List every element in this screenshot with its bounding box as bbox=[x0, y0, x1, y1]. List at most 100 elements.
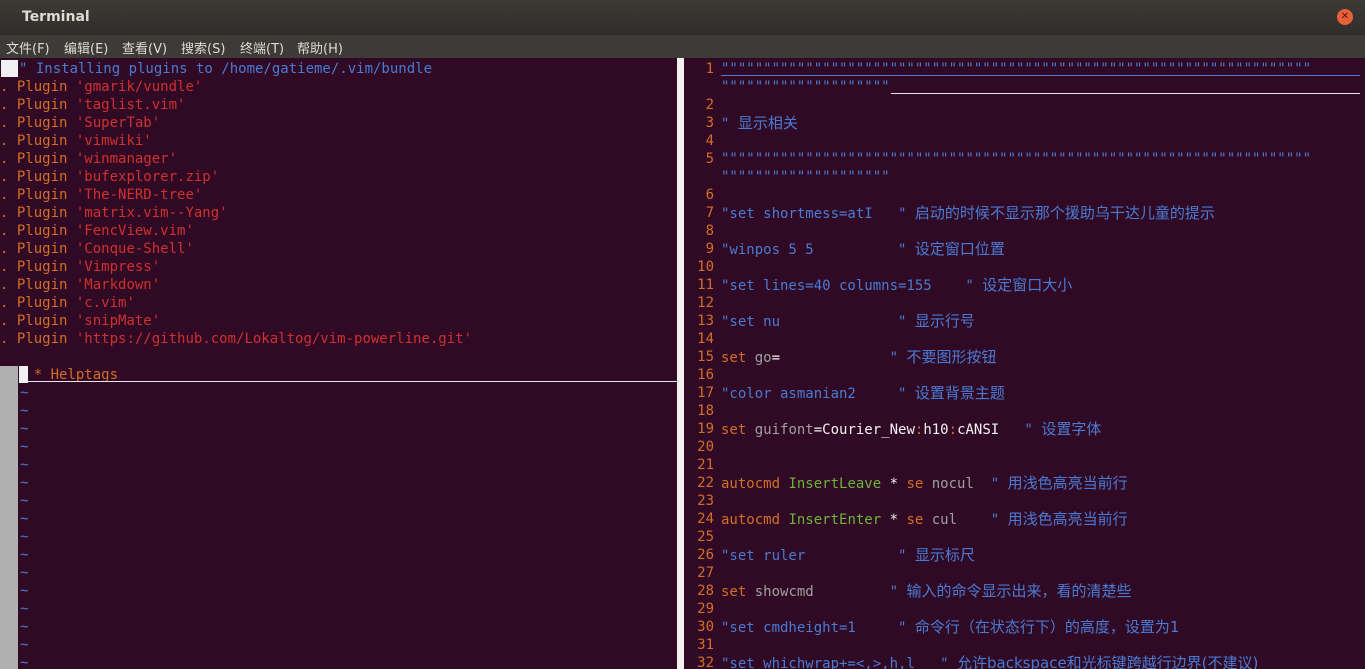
vimrc-line: 22 autocmd InsertLeave * se nocul " 用浅色高亮… bbox=[684, 474, 1365, 492]
menu-terminal[interactable]: 终端(T) bbox=[240, 38, 284, 57]
vimrc-line: 16 bbox=[684, 366, 1365, 384]
line-code: autocmd InsertEnter * se cul " 用浅色高亮当前行 bbox=[721, 510, 1128, 529]
vimrc-line: 11 "set lines=40 columns=155 " 设定窗口大小 bbox=[684, 276, 1365, 294]
tilde-line: ~ bbox=[20, 403, 29, 419]
close-icon[interactable]: ✕ bbox=[1337, 9, 1353, 25]
comment-cn: 显示行号 bbox=[914, 312, 975, 330]
vimrc-line: 6 bbox=[684, 186, 1365, 204]
line-number: 2 bbox=[705, 97, 714, 113]
vimrc-line: 14 bbox=[684, 330, 1365, 348]
comment-text: "set whichwrap+=<,>,h,l " bbox=[721, 656, 958, 669]
vimrc-line: 10 bbox=[684, 258, 1365, 276]
tilde-line: ~ bbox=[20, 385, 29, 401]
tilde-line: ~ bbox=[20, 421, 29, 437]
autocmd-event: InsertLeave bbox=[780, 476, 882, 492]
plugin-line: . Plugin 'bufexplorer.zip' bbox=[0, 168, 219, 186]
option-value: =Courier_New bbox=[813, 422, 915, 438]
line-code: "set shortmess=atI " 启动的时候不显示那个援助乌干达儿童的提… bbox=[721, 204, 1215, 223]
comment-cn: 不要图形按钮 bbox=[906, 348, 997, 366]
plugin-name: 'gmarik/vundle' bbox=[75, 79, 203, 95]
left-vim-pane[interactable]: " Installing plugins to /home/gatieme/.v… bbox=[0, 58, 677, 669]
line-code: "set cmdheight=1 " 命令行（在状态行下）的高度，设置为1 bbox=[721, 618, 1179, 637]
option-value: h10 bbox=[923, 422, 949, 438]
plugin-prefix: . bbox=[0, 313, 17, 329]
se-keyword: se bbox=[906, 476, 924, 492]
plugin-line: . Plugin 'The-NERD-tree' bbox=[0, 186, 202, 204]
comment-text: "set shortmess=atI " bbox=[721, 206, 915, 222]
vimrc-line: 15 set go= " 不要图形按钮 bbox=[684, 348, 1365, 366]
window-title: Terminal bbox=[22, 9, 90, 25]
autocmd-keyword: autocmd bbox=[721, 476, 781, 492]
plugin-prefix: . bbox=[0, 277, 17, 293]
autocmd-keyword: autocmd bbox=[721, 512, 781, 528]
line-code: set showcmd " 输入的命令显示出来，看的清楚些 bbox=[721, 582, 1131, 601]
line-number: 15 bbox=[697, 349, 714, 365]
plugin-name: 'SuperTab' bbox=[75, 115, 161, 131]
plugin-line: . Plugin 'Markdown' bbox=[0, 276, 160, 294]
comment-text: "set lines=40 columns=155 " bbox=[721, 278, 983, 294]
plugin-prefix: . bbox=[0, 169, 17, 185]
menu-view[interactable]: 查看(V) bbox=[122, 38, 167, 57]
line-number: 1 bbox=[705, 61, 714, 77]
comment-separator: """"""""""""""""""""""""""""""""""""""""… bbox=[721, 151, 1312, 167]
comment-text: " bbox=[973, 476, 1008, 492]
tilde-line: ~ bbox=[20, 493, 29, 509]
menu-help[interactable]: 帮助(H) bbox=[297, 38, 343, 57]
vertical-split-divider[interactable] bbox=[677, 58, 684, 669]
plugin-name: 'matrix.vim--Yang' bbox=[75, 205, 228, 221]
comment-text: "set nu " bbox=[721, 314, 915, 330]
plugin-name: 'FencView.vim' bbox=[75, 223, 194, 239]
comment-cn: 输入的命令显示出来，看的清楚些 bbox=[906, 582, 1132, 600]
vimrc-line: 29 bbox=[684, 600, 1365, 618]
option-value: cANSI bbox=[957, 422, 1000, 438]
right-vim-pane[interactable]: 1 """""""""""""""""""""""""""""""""""""""… bbox=[684, 58, 1365, 669]
comment-separator: """""""""""""""""""" bbox=[721, 79, 890, 95]
line-code: set go= " 不要图形按钮 bbox=[721, 348, 996, 367]
line-code: "set lines=40 columns=155 " 设定窗口大小 bbox=[721, 276, 1072, 295]
plugin-line: . Plugin 'SuperTab' bbox=[0, 114, 160, 132]
line-number: 23 bbox=[697, 493, 714, 509]
title-bar: Terminal ✕ bbox=[0, 0, 1365, 35]
autocmd-pattern: * bbox=[881, 512, 907, 528]
vimrc-line: 18 bbox=[684, 402, 1365, 420]
vimrc-line: 5 """""""""""""""""""""""""""""""""""""""… bbox=[684, 150, 1365, 168]
plugin-keyword: Plugin bbox=[16, 259, 68, 275]
line-code: "winpos 5 5 " 设定窗口位置 bbox=[721, 240, 1005, 259]
menu-file[interactable]: 文件(F) bbox=[6, 38, 50, 57]
line-number: 21 bbox=[697, 457, 714, 473]
comment-cn: 设置字体 bbox=[1041, 420, 1102, 438]
plugin-keyword: Plugin bbox=[16, 169, 68, 185]
vimrc-line: 30 "set cmdheight=1 " 命令行（在状态行下）的高度，设置为1 bbox=[684, 618, 1365, 636]
line-number: 31 bbox=[697, 637, 714, 653]
line-number: 16 bbox=[697, 367, 714, 383]
menu-edit[interactable]: 编辑(E) bbox=[64, 38, 108, 57]
plugin-keyword: Plugin bbox=[16, 241, 68, 257]
vimrc-line: 20 bbox=[684, 438, 1365, 456]
tilde-line: ~ bbox=[20, 439, 29, 455]
option-name: showcmd bbox=[746, 584, 814, 600]
plugin-name: 'taglist.vim' bbox=[75, 97, 186, 113]
comment-text: "winpos 5 5 " bbox=[721, 242, 915, 258]
vimrc-line: 27 bbox=[684, 564, 1365, 582]
plugin-line: . Plugin 'https://github.com/Lokaltog/vi… bbox=[0, 330, 472, 348]
vimrc-line: 9 "winpos 5 5 " 设定窗口位置 bbox=[684, 240, 1365, 258]
comment-text: "set cmdheight=1 " bbox=[721, 620, 915, 636]
plugin-prefix: . bbox=[0, 205, 17, 221]
line-code: "set whichwrap+=<,>,h,l " 允许backspace和光标… bbox=[721, 654, 1258, 669]
line-number: 20 bbox=[697, 439, 714, 455]
plugin-prefix: . bbox=[0, 97, 17, 113]
line-number: 10 bbox=[697, 259, 714, 275]
se-keyword: se bbox=[906, 512, 924, 528]
line-number: 32 bbox=[697, 655, 714, 669]
comment-separator: """""""""""""""""""" bbox=[721, 169, 890, 185]
plugin-name: 'The-NERD-tree' bbox=[75, 187, 203, 203]
plugin-line: . Plugin 'c.vim' bbox=[0, 294, 135, 312]
plugin-keyword: Plugin bbox=[16, 151, 68, 167]
line-number: 18 bbox=[697, 403, 714, 419]
line-code: "set ruler " 显示标尺 bbox=[721, 546, 975, 565]
plugin-line: . Plugin 'matrix.vim--Yang' bbox=[0, 204, 228, 222]
plugin-line: . Plugin 'taglist.vim' bbox=[0, 96, 185, 114]
plugin-name: 'Conque-Shell' bbox=[75, 241, 194, 257]
menu-search[interactable]: 搜索(S) bbox=[181, 38, 225, 57]
vimrc-line: 8 bbox=[684, 222, 1365, 240]
